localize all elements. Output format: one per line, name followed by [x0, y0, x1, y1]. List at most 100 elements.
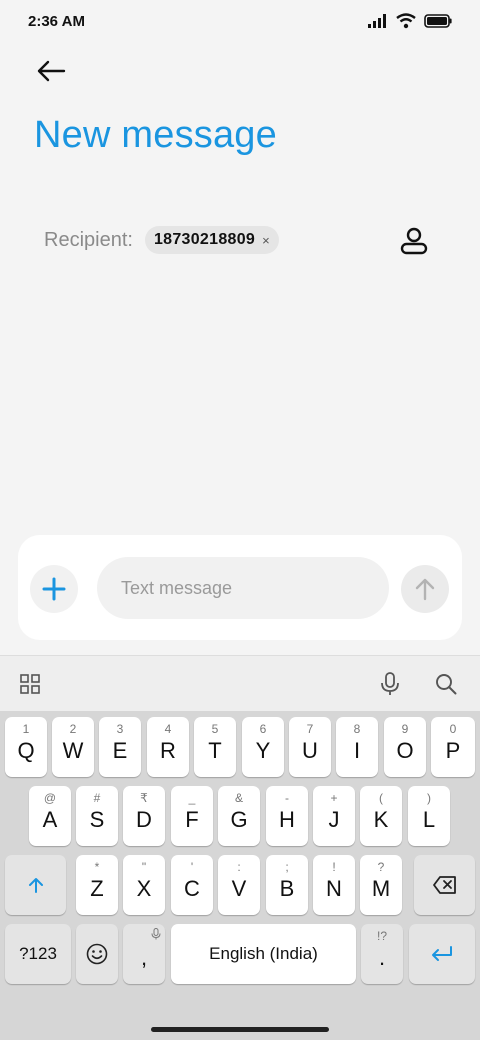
send-button[interactable] — [401, 565, 449, 613]
key-j[interactable]: + J — [313, 786, 355, 846]
key-hint: 0 — [449, 722, 457, 736]
symbols-key[interactable]: ?123 — [5, 924, 71, 984]
key-o[interactable]: 9O — [384, 717, 426, 777]
key-y[interactable]: 6Y — [242, 717, 284, 777]
key-n[interactable]: ! N — [313, 855, 355, 915]
key-hint: ? — [377, 860, 385, 874]
key-q[interactable]: 1Q — [5, 717, 47, 777]
emoji-icon — [86, 943, 108, 965]
back-button[interactable] — [30, 53, 72, 89]
key-label: M — [371, 876, 391, 901]
key-s[interactable]: # S — [76, 786, 118, 846]
key-t[interactable]: 5T — [194, 717, 236, 777]
key-c[interactable]: ' C — [171, 855, 213, 915]
key-label: S — [89, 807, 105, 832]
space-key-label: English (India) — [209, 944, 318, 963]
key-label: N — [326, 876, 342, 901]
key-e[interactable]: 3E — [99, 717, 141, 777]
shift-key[interactable] — [5, 855, 66, 915]
key-hint: _ — [188, 791, 196, 805]
voice-input-button[interactable] — [376, 670, 404, 698]
key-label: Y — [255, 738, 271, 763]
recipient-chip[interactable]: 18730218809 × — [144, 226, 279, 254]
key-hint: ; — [285, 860, 289, 874]
space-key[interactable]: English (India) — [171, 924, 356, 984]
mic-icon — [151, 928, 161, 940]
key-p[interactable]: 0P — [431, 717, 475, 777]
chip-close-icon[interactable]: × — [262, 233, 270, 248]
key-v[interactable]: :V — [218, 855, 260, 915]
period-key[interactable]: !? . — [361, 924, 403, 984]
contact-picker-button[interactable] — [396, 224, 432, 258]
key-label: D — [136, 807, 152, 832]
key-k[interactable]: (K — [360, 786, 402, 846]
key-d[interactable]: ₹ D — [123, 786, 165, 846]
key-l[interactable]: ) L — [408, 786, 450, 846]
key-f[interactable]: _ F — [171, 786, 213, 846]
search-icon — [436, 674, 457, 695]
key-hint: 4 — [164, 722, 172, 736]
key-label: J — [328, 807, 340, 832]
key-label: C — [184, 876, 200, 901]
comma-key[interactable]: , — [123, 924, 165, 984]
recipient-chip-text: 18730218809 — [153, 231, 256, 248]
key-x[interactable]: " X — [123, 855, 165, 915]
key-label: O — [396, 738, 414, 763]
key-label: A — [42, 807, 58, 832]
key-label: E — [112, 738, 128, 763]
key-a[interactable]: @ A — [29, 786, 71, 846]
key-hint: !? — [376, 929, 387, 943]
key-w[interactable]: 2W — [52, 717, 94, 777]
key-hint: ! — [332, 860, 336, 874]
key-hint: 7 — [306, 722, 314, 736]
key-hint: ) — [427, 791, 431, 805]
status-time: 2:36 AM — [28, 13, 85, 30]
key-hint: 2 — [69, 722, 77, 736]
period-key-label: . — [378, 945, 386, 970]
symbols-key-label: ?123 — [19, 944, 57, 963]
key-hint: ₹ — [140, 791, 148, 805]
keyboard-toolbar — [0, 655, 480, 711]
battery-icon — [424, 14, 452, 28]
emoji-key[interactable] — [76, 924, 118, 984]
gesture-navigation-bar[interactable] — [151, 1027, 329, 1032]
key-hint: @ — [43, 791, 57, 805]
page-title: New message — [34, 114, 277, 156]
status-icons — [368, 13, 452, 29]
key-label: B — [279, 876, 295, 901]
key-i[interactable]: 8I — [336, 717, 378, 777]
keyboard-search-button[interactable] — [432, 670, 460, 698]
key-hint: * — [94, 860, 100, 874]
key-g[interactable]: & G — [218, 786, 260, 846]
recipient-row: Recipient: 18730218809 × — [44, 222, 444, 258]
key-hint: 6 — [259, 722, 267, 736]
key-label: K — [373, 807, 389, 832]
key-m[interactable]: ? M — [360, 855, 402, 915]
key-label: X — [136, 876, 152, 901]
keyboard-menu-button[interactable] — [16, 670, 44, 698]
keyboard: 1Q 2W 3E 4R 5T 6Y 7U 8I 9O 0P @ A # S ₹ D _… — [0, 655, 480, 1040]
key-hint: : — [237, 860, 241, 874]
key-hint: 9 — [401, 722, 409, 736]
key-z[interactable]: * Z — [76, 855, 118, 915]
key-h[interactable]: -H — [266, 786, 308, 846]
key-hint: ( — [379, 791, 383, 805]
key-label: U — [302, 738, 318, 763]
key-r[interactable]: 4R — [147, 717, 189, 777]
add-attachment-button[interactable] — [30, 565, 78, 613]
signal-icon — [368, 14, 386, 28]
key-hint: 5 — [211, 722, 219, 736]
backspace-key[interactable] — [414, 855, 475, 915]
text-message-input[interactable] — [97, 557, 389, 619]
comma-key-label: , — [140, 945, 148, 970]
key-u[interactable]: 7U — [289, 717, 331, 777]
key-b[interactable]: ; B — [266, 855, 308, 915]
key-hint: " — [141, 860, 147, 874]
send-arrow-icon — [415, 578, 435, 601]
enter-key[interactable] — [409, 924, 475, 984]
key-label: Q — [17, 738, 35, 763]
key-label: G — [230, 807, 248, 832]
mic-icon — [381, 672, 399, 695]
key-label: I — [353, 738, 361, 763]
contact-icon — [400, 227, 428, 255]
